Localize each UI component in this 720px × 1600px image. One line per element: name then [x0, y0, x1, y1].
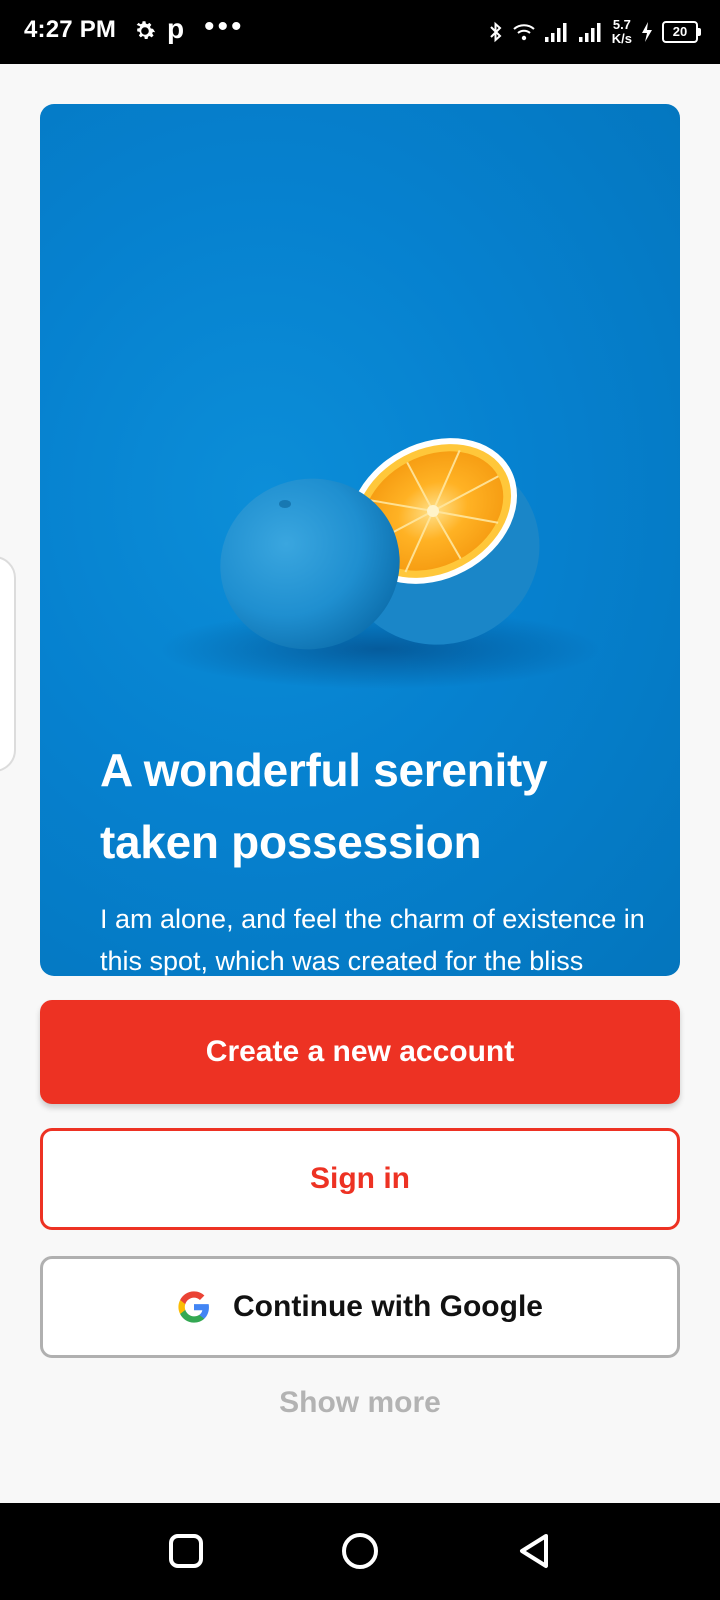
hero-title: A wonderful serenity taken possession [100, 744, 548, 868]
recents-square-icon[interactable] [166, 1531, 206, 1571]
bluetooth-icon [490, 21, 502, 43]
battery-level: 20 [672, 24, 688, 39]
app-notification-p-icon: p [167, 13, 185, 44]
more-notifications-icon: ••• [204, 10, 245, 43]
signal-icon [578, 23, 601, 42]
status-time: 4:27 PM [24, 16, 117, 43]
sign-in-button[interactable]: Sign in [40, 1128, 680, 1230]
continue-with-google-label: Continue with Google [233, 1290, 543, 1323]
hero-subtitle: I am alone, and feel the charm of existe… [100, 904, 645, 976]
show-more-link[interactable]: Show more [0, 1386, 720, 1420]
create-account-label: Create a new account [205, 1035, 515, 1068]
gear-icon [136, 21, 156, 40]
sign-in-label: Sign in [310, 1162, 410, 1195]
status-right-cluster: 5.7 K/s 20 [488, 14, 701, 50]
create-account-button[interactable]: Create a new account [40, 1000, 680, 1104]
home-circle-icon[interactable] [340, 1531, 380, 1571]
charging-icon [642, 22, 652, 42]
continue-with-google-button[interactable]: Continue with Google [40, 1256, 680, 1358]
edge-panel-handle[interactable] [0, 556, 16, 772]
back-triangle-icon[interactable] [514, 1531, 554, 1571]
wifi-icon [513, 24, 535, 41]
hero-card: A wonderful serenity taken possession I … [40, 104, 680, 976]
battery-icon: 20 [662, 21, 701, 43]
google-icon [178, 1291, 209, 1323]
signal-icon [544, 23, 567, 42]
network-speed: 5.7 K/s [611, 17, 632, 46]
system-navigation-bar [0, 1503, 720, 1600]
status-bar: 4:27 PM p ••• 5.7 K/s 20 [0, 0, 720, 64]
hero-text: A wonderful serenity taken possession I … [100, 734, 660, 976]
